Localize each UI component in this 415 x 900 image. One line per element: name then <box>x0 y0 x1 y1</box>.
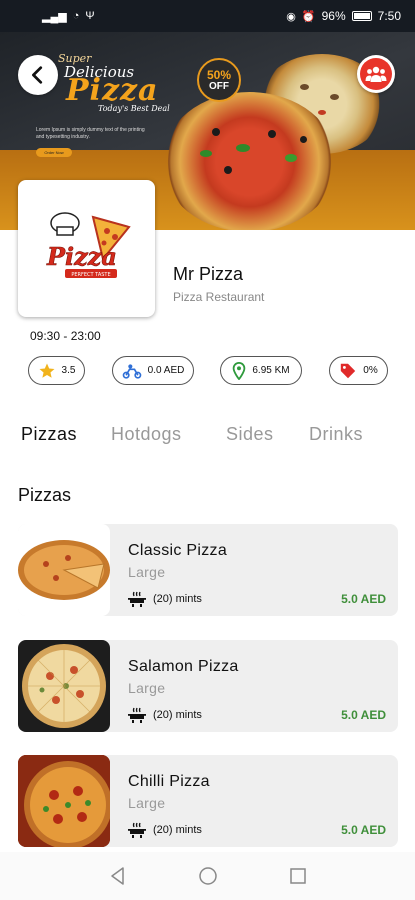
banner-pizza-text: Pizza <box>66 73 159 108</box>
menu-item-name: Classic Pizza <box>128 542 228 559</box>
group-button-circle <box>360 58 392 90</box>
banner-lorem-text: Lorem Ipsum is simply dummy text of the … <box>36 127 145 140</box>
topping-olive <box>268 130 276 138</box>
menu-item-size: Large <box>128 564 166 580</box>
nav-home-icon[interactable] <box>198 866 218 886</box>
menu-item-prep-time: (20) mints <box>128 822 202 838</box>
tab-drinks[interactable]: Drinks <box>309 424 363 445</box>
system-nav-bar <box>0 852 415 900</box>
group-order-button[interactable] <box>357 55 395 93</box>
tab-hotdogs[interactable]: Hotdogs <box>111 424 182 445</box>
topping-mushroom <box>330 94 339 100</box>
battery-percent: 96% <box>321 9 346 23</box>
menu-item-price: 5.0 AED <box>341 823 386 837</box>
restaurant-logo: Pizza PERFECT TASTE <box>45 211 131 278</box>
restaurant-type: Pizza Restaurant <box>173 290 265 304</box>
menu-item-name: Chilli Pizza <box>128 773 210 790</box>
cooking-pot-icon <box>128 822 146 838</box>
discount-value: 0% <box>363 365 378 376</box>
topping-leaf <box>200 150 212 157</box>
usb-icon: Ψ <box>85 10 95 22</box>
back-arrow-icon <box>32 66 43 84</box>
signal-icon: ▂▄▆ <box>42 10 67 23</box>
scooter-icon <box>122 363 141 379</box>
topping-leaf <box>285 154 297 162</box>
menu-item-size: Large <box>128 795 166 811</box>
eye-icon: ◉ <box>286 10 296 23</box>
topping-pepper <box>318 110 326 115</box>
tab-pizzas[interactable]: Pizzas <box>21 424 77 445</box>
menu-item-name: Salamon Pizza <box>128 658 239 675</box>
restaurant-logo-card: Pizza PERFECT TASTE <box>18 180 155 317</box>
clock-time: 7:50 <box>377 9 401 23</box>
delivery-fee-value: 0.0 AED <box>147 365 185 376</box>
star-icon <box>39 363 55 378</box>
alarm-icon: ⏰ <box>301 10 316 23</box>
back-button[interactable] <box>18 55 58 95</box>
menu-item-time-text: (20) mints <box>153 593 202 605</box>
group-icon <box>365 66 387 82</box>
distance-value: 6.95 KM <box>252 365 290 376</box>
topping-olive <box>300 136 307 143</box>
menu-item-time-text: (20) mints <box>153 709 202 721</box>
menu-item-prep-time: (20) mints <box>128 591 202 607</box>
topping-mushroom <box>300 84 309 90</box>
logo-word: Pizza <box>46 242 117 271</box>
location-pin-icon <box>233 361 246 380</box>
topping-olive <box>224 166 232 174</box>
category-tabs: Pizzas Hotdogs Sides Drinks <box>0 424 415 454</box>
cooking-pot-icon <box>128 707 146 723</box>
menu-item-size: Large <box>128 680 166 696</box>
menu-item-image <box>18 640 110 732</box>
topping-leaf <box>236 144 250 152</box>
topping-olive <box>212 128 220 136</box>
banner-pizza-image-front <box>162 92 337 230</box>
status-left: ▂▄▆ ◔ Ψ <box>42 10 95 23</box>
discount-badge-percent: 50% <box>206 67 232 82</box>
status-bar: ▂▄▆ ◔ Ψ ◉ ⏰ 96% 7:50 <box>0 0 415 32</box>
menu-item-price: 5.0 AED <box>341 708 386 722</box>
discount-badge: 50% OFF <box>197 58 241 102</box>
discount-chip: 0% <box>329 356 388 385</box>
opening-hours: 09:30 - 23:00 <box>30 329 101 343</box>
banner-order-pill: Order Now <box>36 148 72 157</box>
rating-value: 3.5 <box>61 365 76 376</box>
nav-recents-icon[interactable] <box>288 866 308 886</box>
menu-item-card[interactable]: Salamon Pizza Large (20) mints 5.0 AED <box>18 640 398 732</box>
menu-item-card[interactable]: Chilli Pizza Large (20) mints 5.0 AED <box>18 755 398 847</box>
menu-item-time-text: (20) mints <box>153 824 202 836</box>
menu-item-image <box>18 755 110 847</box>
status-right: ◉ ⏰ 96% 7:50 <box>286 9 401 23</box>
tag-icon <box>341 363 356 378</box>
chilli-pizza-image <box>18 755 110 847</box>
screen: ▂▄▆ ◔ Ψ ◉ ⏰ 96% 7:50 Super Delicious Piz… <box>0 0 415 900</box>
banner-best-deal-text: Today's Best Deal <box>98 104 170 113</box>
discount-badge-off: OFF <box>209 80 229 92</box>
rating-chip: 3.5 <box>28 356 85 385</box>
info-chips: 3.5 0.0 AED 6.95 KM 0% <box>0 356 415 386</box>
menu-item-price: 5.0 AED <box>341 592 386 606</box>
logo-tagline: PERFECT TASTE <box>71 272 110 278</box>
menu-item-card[interactable]: Classic Pizza Large (20) mints 5.0 AED <box>18 524 398 616</box>
classic-pizza-image <box>18 540 110 600</box>
nav-back-icon[interactable] <box>108 866 128 886</box>
battery-icon <box>351 11 372 21</box>
tab-sides[interactable]: Sides <box>226 424 274 445</box>
restaurant-name: Mr Pizza <box>173 264 244 284</box>
section-title: Pizzas <box>18 485 72 505</box>
cooking-pot-icon <box>128 591 146 607</box>
wifi-icon: ◔ <box>72 10 80 22</box>
distance-chip: 6.95 KM <box>220 356 302 385</box>
menu-item-prep-time: (20) mints <box>128 707 202 723</box>
menu-item-image <box>18 524 110 616</box>
salamon-pizza-image <box>22 644 106 728</box>
delivery-fee-chip: 0.0 AED <box>112 356 194 385</box>
